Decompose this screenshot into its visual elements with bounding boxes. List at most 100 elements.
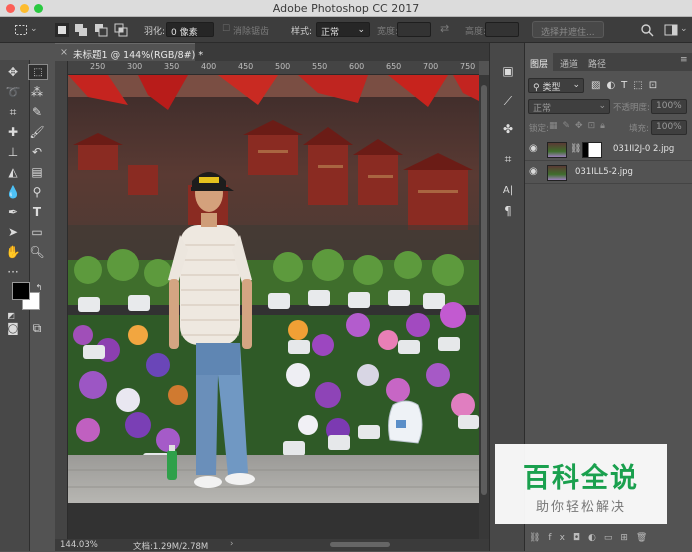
quick-mask-icon[interactable]: ◙ xyxy=(4,320,22,336)
width-input[interactable] xyxy=(397,22,431,37)
character-panel-icon[interactable]: A| xyxy=(499,183,517,199)
layer-kind-filter-value: 类型 xyxy=(542,83,561,93)
gradient-tool-icon[interactable]: ▤ xyxy=(28,164,46,180)
foreground-color-swatch[interactable] xyxy=(12,282,30,300)
brush-settings-icon[interactable]: ⟋ xyxy=(499,93,517,109)
chevron-right-icon[interactable]: › xyxy=(230,539,233,549)
layer-name[interactable]: 031II2J-0 2.jpg xyxy=(613,144,674,154)
history-brush-tool-icon[interactable]: ↶ xyxy=(28,144,46,160)
opacity-input[interactable]: 100% xyxy=(651,99,687,114)
document-photo[interactable] xyxy=(68,75,479,503)
filter-icons[interactable]: ▨◐T⬚⊡ xyxy=(591,80,663,91)
history-panel-icon[interactable]: ▣ xyxy=(499,63,517,79)
horizontal-ruler[interactable]: 250 300 350 400 450 500 550 600 650 700 … xyxy=(55,61,479,75)
blend-mode-select[interactable]: 正常 ⌄ xyxy=(528,99,610,114)
antialias-checkbox[interactable]: ☐ xyxy=(222,24,230,34)
tab-paths[interactable]: 路径 xyxy=(583,53,611,71)
ruler-tick: 300 xyxy=(127,62,143,71)
vertical-scrollbar-thumb[interactable] xyxy=(481,85,487,495)
width-label: 宽度: xyxy=(377,27,399,37)
rectangle-tool-icon[interactable]: ▭ xyxy=(28,224,46,240)
panel-menu-icon[interactable]: ≡ xyxy=(675,51,692,69)
watermark: 百科全说 助你轻松解决 xyxy=(495,444,667,524)
ruler-tick: 500 xyxy=(275,62,291,71)
swap-colors-icon[interactable]: ↰ xyxy=(34,280,44,296)
style-label: 样式: xyxy=(291,27,313,37)
ruler-tick: 450 xyxy=(238,62,254,71)
horizontal-scrollbar-thumb[interactable] xyxy=(330,542,390,547)
watermark-subtitle: 助你轻松解决 xyxy=(535,500,626,515)
chevron-down-icon: ⌄ xyxy=(357,25,365,35)
link-icon[interactable]: ⛓ xyxy=(570,144,581,154)
path-selection-tool-icon[interactable]: ➤ xyxy=(4,224,22,240)
screen-mode-icon[interactable]: ⧉ xyxy=(28,320,46,336)
intersect-selection-icon[interactable] xyxy=(114,23,128,37)
style-select[interactable]: 正常 ⌄ xyxy=(316,22,370,38)
eyedropper-tool-icon[interactable]: ✎ xyxy=(28,104,46,120)
type-tool-icon[interactable]: T xyxy=(28,204,46,220)
subtract-from-selection-icon[interactable] xyxy=(94,23,108,37)
height-input[interactable] xyxy=(485,22,519,37)
add-to-selection-icon[interactable] xyxy=(74,23,88,37)
pen-tool-icon[interactable]: ✒ xyxy=(4,204,22,220)
lasso-tool-icon[interactable]: ➰ xyxy=(4,84,22,100)
chevron-down-icon[interactable]: ⌄ xyxy=(680,24,688,34)
layer-actions-bar[interactable]: ⛓fx◘◐▭⊞🗑 xyxy=(529,533,655,543)
paragraph-panel-icon[interactable]: ¶ xyxy=(499,203,517,219)
document-info: 文档:1.29M/2.78M xyxy=(133,542,209,552)
clone-stamp-tool-icon[interactable]: ⊥ xyxy=(4,144,22,160)
status-bar: 144.03% 文档:1.29M/2.78M › xyxy=(55,539,489,552)
layer-kind-filter[interactable]: ⚲ 类型 ⌄ xyxy=(528,78,584,93)
eye-icon[interactable]: ◉ xyxy=(529,166,538,177)
new-selection-icon[interactable] xyxy=(55,23,69,37)
ruler-tick: 250 xyxy=(90,62,106,71)
marquee-tool-preset-icon[interactable] xyxy=(14,23,28,37)
rect-marquee-tool-icon[interactable]: ⬚ xyxy=(28,64,48,80)
feather-input[interactable]: 0 像素 xyxy=(166,22,214,38)
select-and-mask-button[interactable]: 选择并遮住... xyxy=(532,21,604,38)
blur-tool-icon[interactable]: 💧 xyxy=(4,184,22,200)
hand-tool-icon[interactable]: ✋ xyxy=(4,244,22,260)
ruler-tick: 550 xyxy=(312,62,328,71)
lock-icons[interactable]: ▦✎✥⊡🔒︎ xyxy=(549,121,610,131)
more-tools-icon[interactable]: ··· xyxy=(4,264,22,280)
layer-row[interactable]: ◉ ⛓ 031II2J-0 2.jpg xyxy=(525,139,692,161)
ruler-tick: 650 xyxy=(386,62,402,71)
brush-tool-icon[interactable]: 🖌 xyxy=(28,124,46,140)
move-tool-icon[interactable]: ✥ xyxy=(4,64,22,80)
ruler-tick: 750 xyxy=(460,62,476,71)
zoom-tool-icon[interactable]: 🔍︎ xyxy=(28,244,46,260)
healing-brush-tool-icon[interactable]: ✚ xyxy=(4,124,22,140)
eye-icon[interactable]: ◉ xyxy=(529,143,538,154)
layer-thumbnail xyxy=(547,142,567,158)
photo-image xyxy=(68,75,479,503)
fill-input[interactable]: 100% xyxy=(651,120,687,135)
vertical-ruler[interactable] xyxy=(55,61,68,539)
antialias-label: 消除锯齿 xyxy=(233,27,270,37)
tab-layers[interactable]: 图层 xyxy=(525,53,554,71)
close-tab-icon[interactable]: × xyxy=(60,47,68,58)
ruler-tick: 700 xyxy=(423,62,439,71)
blend-mode-value: 正常 xyxy=(533,104,552,114)
eraser-tool-icon[interactable]: ◭ xyxy=(4,164,22,180)
feather-label: 羽化: xyxy=(144,27,166,37)
search-icon[interactable] xyxy=(640,23,654,37)
layer-name[interactable]: 031ILL5-2.jpg xyxy=(575,167,633,177)
tab-channels[interactable]: 通道 xyxy=(555,53,583,71)
crop-tool-icon[interactable]: ⌗ xyxy=(4,104,22,120)
layer-mask-thumbnail[interactable] xyxy=(582,142,602,158)
properties-icon[interactable]: ⌗ xyxy=(499,151,517,167)
magic-wand-tool-icon[interactable]: ⁂ xyxy=(28,84,46,100)
layer-row[interactable]: ◉ 031ILL5-2.jpg xyxy=(525,162,692,184)
chevron-down-icon[interactable]: ⌄ xyxy=(30,24,38,34)
dodge-tool-icon[interactable]: ⚲ xyxy=(28,184,46,200)
chevron-down-icon: ⌄ xyxy=(598,101,606,111)
fill-label: 填充: xyxy=(629,124,649,134)
swap-dimensions-icon[interactable]: ⇄ xyxy=(440,22,449,35)
document-tab[interactable]: × 未标题1 @ 144%(RGB/8#) * xyxy=(55,43,203,61)
adjustments-icon[interactable]: ✤ xyxy=(499,121,517,137)
zoom-level[interactable]: 144.03% xyxy=(60,540,98,550)
lock-label: 锁定: xyxy=(529,124,549,134)
document-tab-label: 未标题1 @ 144%(RGB/8#) * xyxy=(73,50,204,61)
workspace-icon[interactable] xyxy=(664,23,678,37)
